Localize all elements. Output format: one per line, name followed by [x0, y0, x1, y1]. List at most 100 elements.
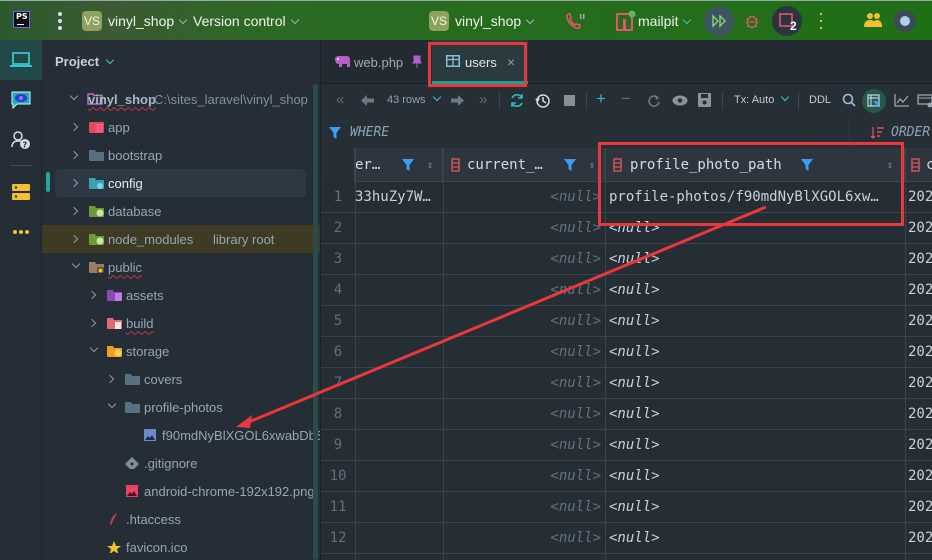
chevron-right-icon[interactable]	[105, 374, 115, 384]
ai-assistant-tool-button[interactable]	[0, 80, 42, 120]
cell-profile-photo-path[interactable]: <null>	[609, 499, 901, 515]
cell-created-at[interactable]: 202	[908, 406, 932, 422]
cell-created-at[interactable]: 202	[908, 189, 932, 205]
chevron-right-icon[interactable]	[87, 290, 97, 300]
cell-profile-photo-path[interactable]: <null>	[609, 344, 901, 360]
tab-web-php[interactable]: web.php	[321, 40, 429, 84]
cell-profile-photo-path[interactable]: <null>	[609, 251, 901, 267]
run-config-selector[interactable]: vinyl_shop	[455, 13, 535, 29]
chevron-down-icon[interactable]	[107, 399, 117, 409]
column-filter-icon[interactable]	[402, 159, 414, 171]
tree-item-profile-photos[interactable]: profile-photos	[42, 393, 308, 421]
table-row[interactable]: 8 <null> <null> 202	[321, 399, 932, 430]
cell-current-team-id[interactable]: <null>	[443, 530, 601, 546]
chevron-down-icon[interactable]	[89, 343, 99, 353]
table-row[interactable]: 10 <null> <null> 202	[321, 461, 932, 492]
cell-current-team-id[interactable]: <null>	[443, 344, 601, 360]
column-header-current-team-id[interactable]: current_… ⇕	[443, 148, 605, 182]
where-filter-input[interactable]: WHERE	[350, 125, 389, 140]
refresh-icon[interactable]	[510, 93, 524, 108]
cell-profile-photo-path[interactable]: <null>	[609, 530, 901, 546]
cell-profile-photo-path[interactable]: <null>	[609, 437, 901, 453]
column-header-profile-photo-path[interactable]: profile_photo_path ⇕	[605, 148, 905, 182]
project-scrollbar[interactable]	[313, 84, 318, 560]
order-by-input[interactable]: ORDER	[891, 125, 930, 140]
cell-remember-token[interactable]: 33huZy7W…	[355, 189, 441, 205]
cell-created-at[interactable]: 202	[908, 437, 932, 453]
table-row[interactable]: 5 <null> <null> 202	[321, 306, 932, 337]
tree-item-android-chrome-192x192-png[interactable]: android-chrome-192x192.png	[42, 477, 315, 505]
chevron-right-icon[interactable]	[69, 150, 79, 160]
terminal-button[interactable]: 2	[772, 6, 802, 36]
cell-created-at[interactable]: 202	[908, 251, 932, 267]
code-with-me-icon[interactable]	[863, 12, 883, 28]
database-tool-button[interactable]	[0, 172, 42, 212]
cell-profile-photo-path[interactable]: <null>	[609, 468, 901, 484]
community-help-tool-button[interactable]: ?	[0, 120, 42, 160]
tree-item-database[interactable]: database	[42, 197, 308, 225]
chevron-right-icon[interactable]	[87, 318, 97, 328]
cell-current-team-id[interactable]: <null>	[443, 313, 601, 329]
cell-profile-photo-path[interactable]: <null>	[609, 220, 901, 236]
next-page-icon[interactable]	[451, 95, 464, 106]
cell-profile-photo-path[interactable]: <null>	[609, 375, 901, 391]
tree-item-htaccess[interactable]: .htaccess	[42, 505, 308, 533]
tree-item-gitignore[interactable]: .gitignore	[42, 449, 308, 477]
status-indicator[interactable]	[894, 10, 916, 32]
cell-current-team-id[interactable]: <null>	[443, 251, 601, 267]
cell-created-at[interactable]: 202	[908, 313, 932, 329]
more-tools-button[interactable]	[0, 212, 42, 252]
rows-count[interactable]: 43 rows	[387, 92, 441, 106]
tree-item-storage[interactable]: storage	[42, 337, 308, 365]
chevron-down-icon[interactable]	[71, 259, 81, 269]
history-icon[interactable]	[535, 93, 550, 108]
cell-current-team-id[interactable]: <null>	[443, 375, 601, 391]
tree-item-public[interactable]: public	[42, 253, 308, 281]
table-row[interactable]: 7 <null> <null> 202	[321, 368, 932, 399]
cell-created-at[interactable]: 202	[908, 282, 932, 298]
cell-created-at[interactable]: 202	[908, 468, 932, 484]
table-row[interactable]: 1 33huZy7W… <null> profile-photos/f90mdNyBl…	[321, 182, 932, 213]
revert-icon[interactable]	[647, 94, 660, 107]
table-row[interactable]: 2 <null> <null> 202	[321, 213, 932, 244]
delete-row-icon[interactable]: −	[621, 89, 631, 109]
cell-profile-photo-path[interactable]: profile-photos/f90mdNyBlXGOL6xw…	[609, 189, 901, 205]
tree-item-covers[interactable]: covers	[42, 365, 308, 393]
stop-icon[interactable]	[564, 95, 575, 106]
tab-users[interactable]: users ×	[432, 40, 528, 84]
last-page-icon[interactable]: »	[479, 91, 487, 108]
tree-item-config[interactable]: config	[42, 169, 308, 197]
table-row[interactable]: 9 <null> <null> 202	[321, 430, 932, 461]
cell-current-team-id[interactable]: <null>	[443, 499, 601, 515]
tree-item-assets[interactable]: assets	[42, 281, 308, 309]
cell-created-at[interactable]: 202	[908, 344, 932, 360]
cell-profile-photo-path[interactable]: <null>	[609, 282, 901, 298]
table-row[interactable]: 6 <null> <null> 202	[321, 337, 932, 368]
cell-profile-photo-path[interactable]: <null>	[609, 313, 901, 329]
cell-created-at[interactable]: 202	[908, 530, 932, 546]
phone-debug-listen-icon[interactable]	[566, 12, 586, 30]
cell-current-team-id[interactable]: <null>	[443, 468, 601, 484]
tree-item-favicon-ico[interactable]: favicon.ico	[42, 533, 308, 560]
cell-current-team-id[interactable]: <null>	[443, 189, 601, 205]
tree-item-bootstrap[interactable]: bootstrap	[42, 141, 308, 169]
project-tool-button[interactable]	[0, 40, 42, 80]
cell-created-at[interactable]: 202	[908, 499, 932, 515]
column-filter-icon[interactable]	[801, 159, 813, 171]
table-row[interactable]: 11 <null> <null> 202	[321, 492, 932, 523]
sort-icon[interactable]: ⇕	[887, 160, 893, 171]
filter-toggle-button[interactable]	[862, 89, 886, 113]
project-switcher[interactable]: vinyl_shop	[108, 13, 188, 29]
chevron-right-icon[interactable]	[69, 206, 79, 216]
add-row-icon[interactable]: +	[596, 89, 606, 109]
cell-current-team-id[interactable]: <null>	[443, 437, 601, 453]
column-header-created-at[interactable]: c	[905, 148, 932, 182]
preview-eye-icon[interactable]	[672, 95, 688, 106]
column-filter-icon[interactable]	[564, 159, 576, 171]
chart-icon[interactable]	[894, 94, 909, 107]
table-row[interactable]: 4 <null> <null> 202	[321, 275, 932, 306]
chevron-right-icon[interactable]	[69, 122, 79, 132]
cell-created-at[interactable]: 202	[908, 375, 932, 391]
tree-item-node-modules[interactable]: node_modules library root	[42, 225, 320, 253]
tree-root-vinyl-shop[interactable]: vinyl_shop C:\sites_laravel\vinyl_shop	[42, 85, 308, 113]
